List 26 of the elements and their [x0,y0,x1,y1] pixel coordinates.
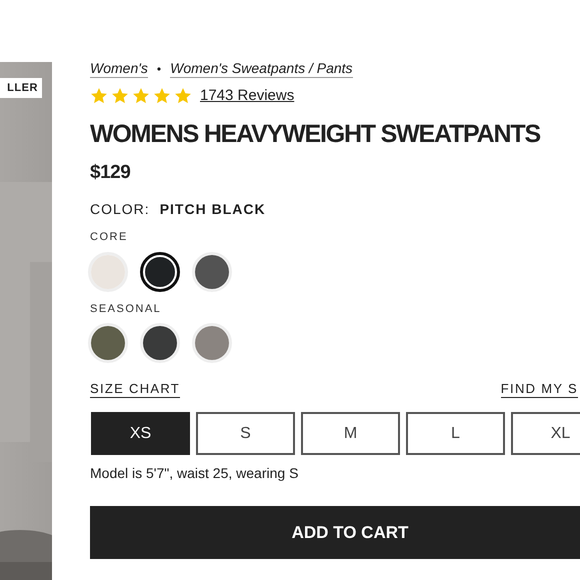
size-option[interactable]: L [406,412,505,455]
swatch-group-label: SEASONAL [90,302,162,316]
star-icon [111,87,129,106]
swatch-group-label: CORE [90,230,129,245]
size-option[interactable]: M [301,412,400,455]
size-option[interactable]: S [196,412,295,455]
star-icon [132,87,150,106]
model-note: Model is 5'7", waist 25, wearing S [90,464,300,483]
reviews-link[interactable]: 1743 Reviews [200,85,294,108]
star-icon [153,87,171,106]
size-chart-link[interactable]: SIZE CHART [90,380,180,398]
color-label: COLOR: [90,200,150,219]
add-to-cart-button[interactable]: ADD TO CART [90,506,580,559]
color-value: PITCH BLACK [160,200,266,219]
star-icon [90,87,108,106]
product-title: WOMENS HEAVYWEIGHT SWEATPANTS [90,118,542,150]
size-option[interactable]: XS [91,412,190,455]
product-badge: LLER [0,78,42,98]
breadcrumb-link[interactable]: Women's Sweatpants / Pants [170,59,353,78]
breadcrumb-separator: • [156,60,162,78]
color-swatch[interactable] [140,252,180,292]
find-size-link[interactable]: FIND MY S [500,380,578,398]
size-option[interactable]: XL [511,412,580,455]
breadcrumb-link[interactable]: Women's [90,59,148,78]
product-price: $129 [90,160,132,184]
star-icon [174,87,192,106]
